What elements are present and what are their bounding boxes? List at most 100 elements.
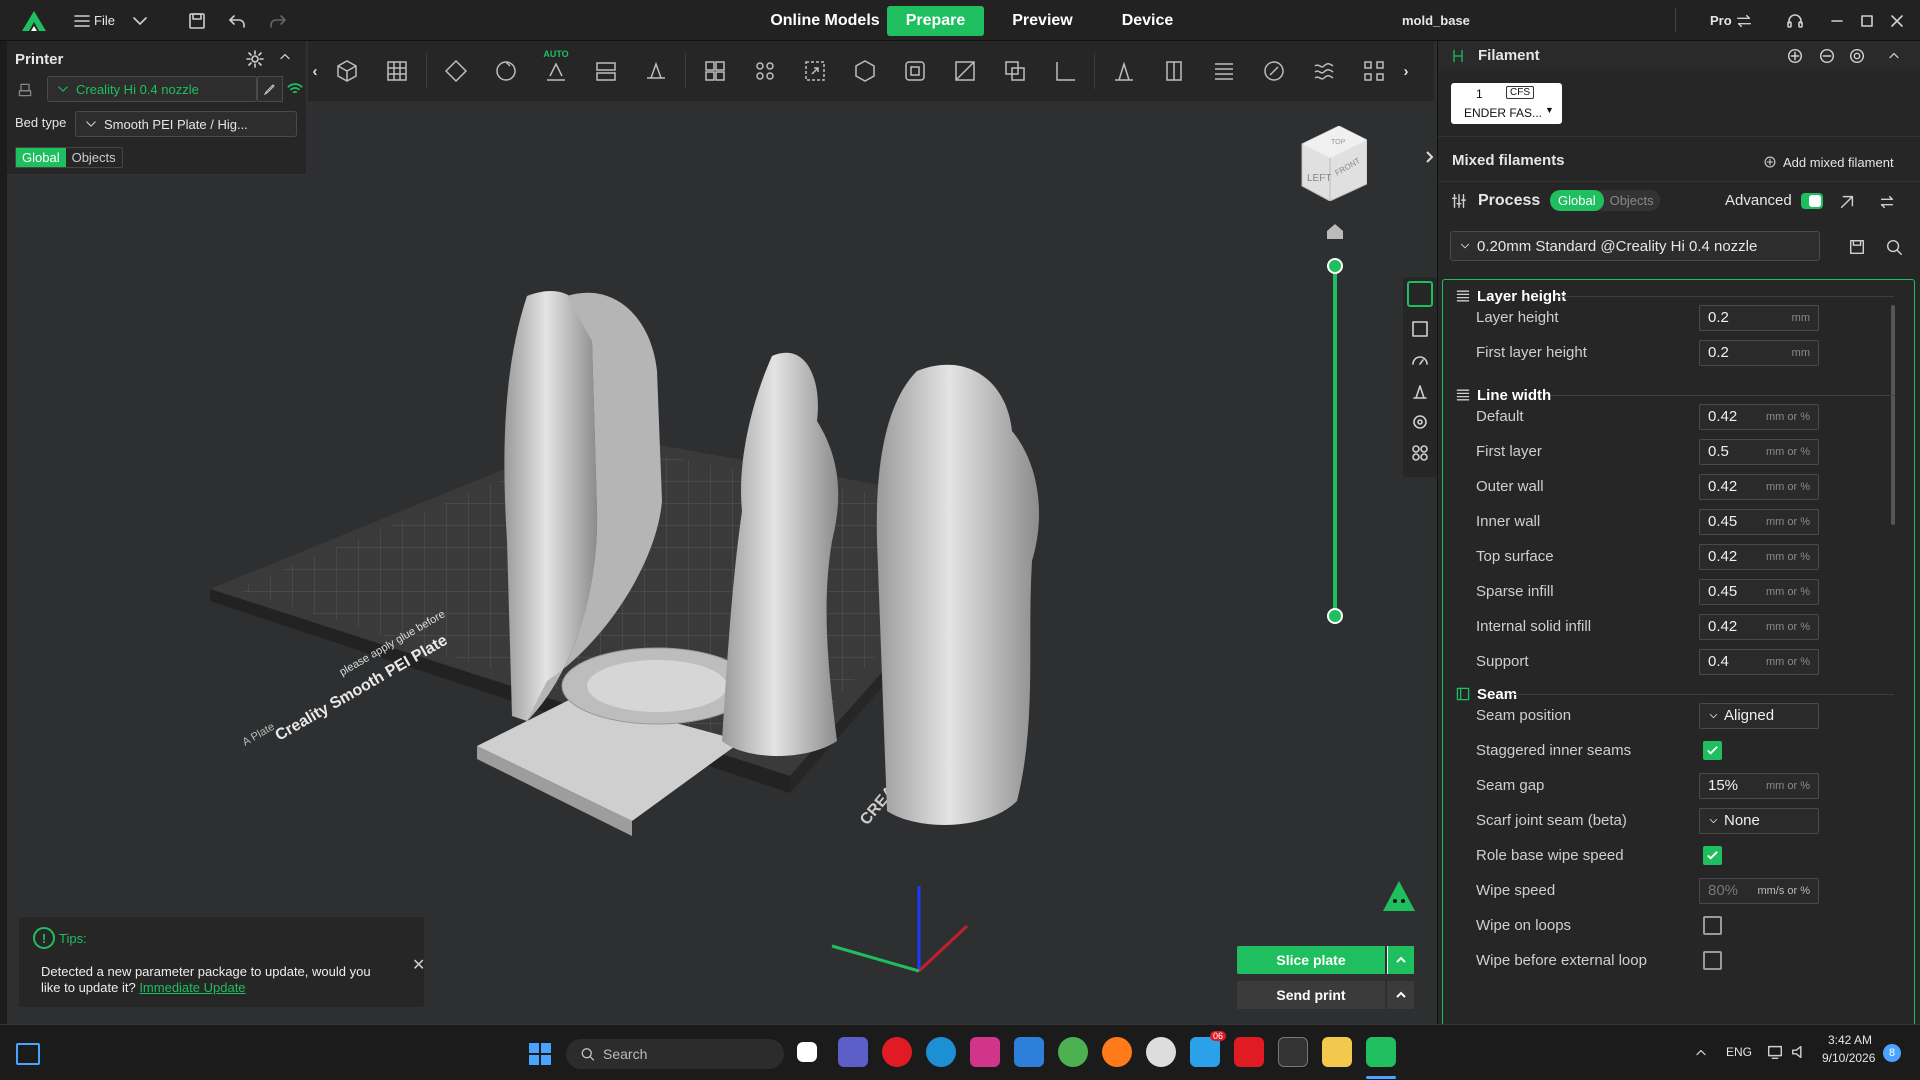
clock-time[interactable]: 3:42 AM — [1828, 1033, 1872, 1047]
plate-view-icon[interactable] — [1410, 319, 1430, 339]
send-print-button[interactable]: Send print — [1237, 981, 1385, 1009]
search-settings-icon[interactable] — [1885, 237, 1903, 257]
filament-slot[interactable]: 1 CFS ENDER FAS... ▼ — [1451, 83, 1562, 124]
creality-print-icon[interactable] — [1366, 1037, 1396, 1067]
slice-plate-button[interactable]: Slice plate — [1237, 946, 1385, 974]
tips-close-icon[interactable]: ✕ — [412, 955, 425, 975]
scale-icon[interactable] — [795, 51, 835, 91]
printer-settings-gear-icon[interactable] — [245, 49, 265, 69]
support-painting-icon[interactable] — [1104, 51, 1144, 91]
lw-outer-wall-input[interactable]: 0.42 mm or % — [1699, 473, 1819, 500]
clock-date[interactable]: 9/10/2026 — [1822, 1051, 1875, 1065]
collapse-up-icon[interactable] — [1886, 46, 1902, 66]
store-icon[interactable] — [1014, 1037, 1044, 1067]
creality-icon[interactable] — [1234, 1037, 1264, 1067]
wipe-speed-input[interactable]: 80% mm/s or % — [1699, 877, 1819, 904]
process-tab-objects[interactable]: Objects — [1604, 190, 1660, 211]
cut-icon[interactable] — [945, 51, 985, 91]
close-button[interactable] — [1887, 0, 1907, 41]
file-menu[interactable]: File — [72, 0, 115, 41]
speed-icon[interactable] — [1410, 350, 1430, 370]
orient-icon[interactable] — [436, 51, 476, 91]
undo-icon[interactable] — [227, 0, 247, 41]
settings-dial-icon[interactable] — [1410, 412, 1430, 432]
layer-slider-top-handle[interactable] — [1327, 258, 1343, 274]
pro-mode-toggle[interactable]: Pro — [1710, 0, 1753, 41]
seam-painting-icon[interactable] — [1154, 51, 1194, 91]
fuzzy-skin-icon[interactable] — [1204, 51, 1244, 91]
toolbar-scroll-right-icon[interactable]: › — [1399, 63, 1413, 80]
advanced-toggle[interactable] — [1801, 193, 1823, 209]
hollow-icon[interactable] — [895, 51, 935, 91]
3d-viewport[interactable]: Creality Smooth PEI Plate A Plate please… — [7, 41, 1437, 1024]
tab-global[interactable]: Global — [16, 148, 66, 167]
start-button[interactable] — [528, 1042, 552, 1066]
slice-dropdown-button[interactable] — [1387, 946, 1414, 974]
wordpress-icon[interactable] — [1146, 1037, 1176, 1067]
tab-online-models[interactable]: Online Models — [770, 6, 880, 36]
filament-settings-icon[interactable] — [1848, 46, 1866, 66]
view-cube[interactable]: LEFT FRONT TOP — [1297, 126, 1367, 201]
mail-icon[interactable]: 06 — [1190, 1031, 1226, 1067]
layer-slider-track[interactable] — [1333, 266, 1337, 616]
chrome-icon[interactable] — [1058, 1037, 1088, 1067]
lw-top-surface-input[interactable]: 0.42 mm or % — [1699, 543, 1819, 570]
wipe-before-checkbox[interactable] — [1703, 951, 1722, 970]
minimize-button[interactable] — [1827, 0, 1847, 41]
tab-prepare[interactable]: Prepare — [887, 6, 984, 36]
tab-device[interactable]: Device — [1115, 6, 1180, 36]
save-profile-icon[interactable] — [1848, 237, 1866, 257]
split-parts-icon[interactable] — [745, 51, 785, 91]
lw-support-input[interactable]: 0.4 mm or % — [1699, 648, 1819, 675]
rotate-icon[interactable] — [486, 51, 526, 91]
language-indicator[interactable]: ENG — [1726, 1045, 1752, 1059]
layer-slider-bottom-handle[interactable] — [1327, 608, 1343, 624]
process-tab-global[interactable]: Global — [1550, 190, 1604, 211]
redo-icon[interactable] — [268, 0, 288, 41]
widgets-icon[interactable] — [16, 1043, 40, 1065]
notification-badge[interactable]: 8 — [1883, 1044, 1901, 1062]
lw-sparse-infill-input[interactable]: 0.45 mm or % — [1699, 578, 1819, 605]
measure-icon[interactable] — [1045, 51, 1085, 91]
remove-filament-icon[interactable] — [1818, 46, 1836, 66]
lw-first-layer-input[interactable]: 0.5 mm or % — [1699, 438, 1819, 465]
send-dropdown-button[interactable] — [1387, 981, 1414, 1009]
bed-type-select[interactable]: Smooth PEI Plate / Hig... — [75, 111, 297, 137]
collapse-up-icon[interactable] — [277, 47, 293, 67]
tab-objects[interactable]: Objects — [66, 148, 122, 167]
maximize-button[interactable] — [1857, 0, 1877, 41]
support-paint-icon[interactable] — [1410, 381, 1430, 401]
compare-icon[interactable] — [1838, 192, 1856, 212]
color-painting-icon[interactable] — [1254, 51, 1294, 91]
terminal-icon[interactable] — [1278, 1037, 1308, 1067]
file-explorer-icon[interactable] — [1322, 1037, 1352, 1067]
instagram-icon[interactable] — [970, 1037, 1000, 1067]
lw-inner-wall-input[interactable]: 0.45 mm or % — [1699, 508, 1819, 535]
assembly-icon[interactable] — [1410, 443, 1430, 463]
wipe-loops-checkbox[interactable] — [1703, 916, 1722, 935]
edit-printer-icon[interactable] — [257, 76, 283, 102]
save-icon[interactable] — [187, 0, 207, 41]
seam-position-select[interactable]: Aligned — [1699, 702, 1819, 729]
cube-icon[interactable] — [845, 51, 885, 91]
layer-height-input[interactable]: 0.2 mm — [1699, 304, 1819, 331]
edge-icon[interactable] — [926, 1037, 956, 1067]
settings-scrollbar[interactable] — [1891, 305, 1895, 525]
lw-internal-solid-input[interactable]: 0.42 mm or % — [1699, 613, 1819, 640]
collapse-right-icon[interactable] — [1424, 149, 1436, 165]
role-wipe-checkbox[interactable] — [1703, 846, 1722, 865]
tab-preview[interactable]: Preview — [1005, 6, 1080, 36]
transfer-icon[interactable] — [1878, 192, 1896, 212]
boolean-icon[interactable] — [995, 51, 1035, 91]
seam-gap-input[interactable]: 15% mm or % — [1699, 772, 1819, 799]
add-mixed-filament-button[interactable]: Add mixed filament — [1763, 152, 1894, 172]
task-view-icon[interactable] — [797, 1042, 817, 1062]
ai-assistant-icon[interactable] — [1379, 877, 1419, 917]
lay-on-face-icon[interactable] — [636, 51, 676, 91]
firefox-icon[interactable] — [1102, 1037, 1132, 1067]
home-icon[interactable] — [1325, 221, 1345, 241]
split-objects-icon[interactable] — [695, 51, 735, 91]
opera-icon[interactable] — [882, 1037, 912, 1067]
layers-view-icon[interactable] — [1407, 281, 1433, 307]
auto-arrange-icon[interactable]: AUTO — [536, 49, 576, 91]
